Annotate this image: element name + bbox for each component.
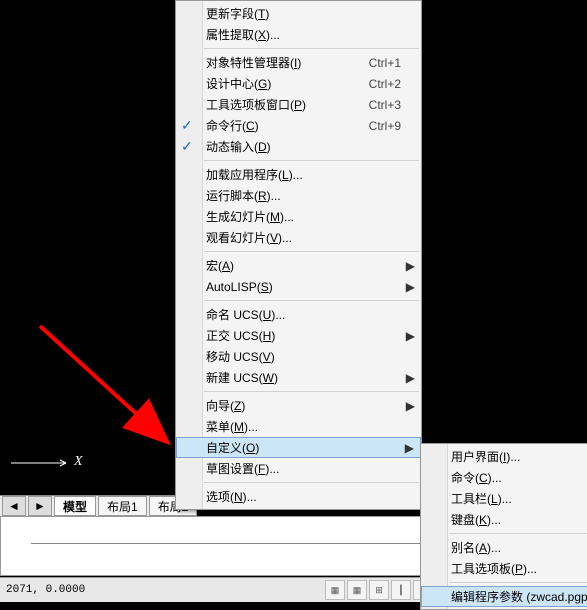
menu-item[interactable]: 属性提取(X)... xyxy=(176,24,421,45)
menu-item[interactable]: 工具选项板(P)... xyxy=(421,558,587,579)
menu-separator xyxy=(204,251,419,252)
shortcut-label: Ctrl+3 xyxy=(369,98,401,112)
shortcut-label: Ctrl+9 xyxy=(369,119,401,133)
menu-item-label: 向导(Z) xyxy=(206,397,245,414)
menu-item[interactable]: 菜单(M)... xyxy=(176,416,421,437)
menu-item-label: 动态输入(D) xyxy=(206,138,271,155)
check-icon: ✓ xyxy=(181,117,193,134)
menu-item[interactable]: 宏(A) ▶ xyxy=(176,255,421,276)
menu-item[interactable]: 键盘(K)... xyxy=(421,509,587,530)
menu-item[interactable]: 观看幻灯片(V)... xyxy=(176,227,421,248)
tab-layout1[interactable]: 布局1 xyxy=(98,496,147,516)
menu-item[interactable]: 命令(C)... xyxy=(421,467,587,488)
menu-item[interactable]: 选项(N)... xyxy=(176,486,421,507)
menu-item-label: AutoLISP(S) xyxy=(206,280,273,294)
menu-item[interactable]: 对象特性管理器(I) Ctrl+1 xyxy=(176,52,421,73)
menu-separator xyxy=(449,582,587,583)
customize-submenu: 用户界面(I)... 命令(C)... 工具栏(L)... 键盘(K)... 别名(A)… xyxy=(420,443,587,610)
menu-item-label: 属性提取(X)... xyxy=(206,26,280,43)
menu-item-label: 自定义(O) xyxy=(206,439,259,456)
menu-separator xyxy=(449,533,587,534)
menu-item[interactable]: 命名 UCS(U)... xyxy=(176,304,421,325)
menu-item-label: 对象特性管理器(I) xyxy=(206,54,301,71)
menu-item-label: 工具选项板窗口(P) xyxy=(206,96,306,113)
menu-item-label: 运行脚本(R)... xyxy=(206,187,281,204)
menu-item-label: 别名(A)... xyxy=(451,539,501,556)
menu-item-label: 键盘(K)... xyxy=(451,511,501,528)
menu-item[interactable]: 工具选项板窗口(P) Ctrl+3 xyxy=(176,94,421,115)
menu-item-label: 选项(N)... xyxy=(206,488,257,505)
menu-item[interactable]: 草图设置(F)... xyxy=(176,458,421,479)
menu-item-label: 命令行(C) xyxy=(206,117,259,134)
shortcut-label: Ctrl+1 xyxy=(369,56,401,70)
submenu-arrow-icon: ▶ xyxy=(406,329,415,343)
menu-item[interactable]: 正交 UCS(H) ▶ xyxy=(176,325,421,346)
menu-item[interactable]: 更新字段(T) xyxy=(176,3,421,24)
menu-item[interactable]: 自定义(O) ▶ xyxy=(176,437,421,458)
menu-separator xyxy=(204,482,419,483)
status-icon[interactable]: ┃ xyxy=(391,580,411,600)
menu-item-label: 观看幻灯片(V)... xyxy=(206,229,292,246)
menu-item-label: 加载应用程序(L)... xyxy=(206,166,303,183)
menu-item[interactable]: 工具栏(L)... xyxy=(421,488,587,509)
menu-item[interactable]: ✓ 命令行(C) Ctrl+9 xyxy=(176,115,421,136)
menu-separator xyxy=(204,300,419,301)
menu-item[interactable]: 运行脚本(R)... xyxy=(176,185,421,206)
submenu-arrow-icon: ▶ xyxy=(406,259,415,273)
menu-separator xyxy=(204,160,419,161)
menu-item-label: 宏(A) xyxy=(206,257,234,274)
menu-item[interactable]: AutoLISP(S) ▶ xyxy=(176,276,421,297)
submenu-arrow-icon: ▶ xyxy=(406,371,415,385)
submenu-arrow-icon: ▶ xyxy=(405,441,414,455)
menu-separator xyxy=(204,48,419,49)
menu-item[interactable]: 移动 UCS(V) xyxy=(176,346,421,367)
menu-item-label: 工具选项板(P)... xyxy=(451,560,537,577)
menu-item[interactable]: 别名(A)... xyxy=(421,537,587,558)
menu-item-label: 编辑程序参数 (zwcad.pgp)(P) xyxy=(451,588,587,605)
menu-item[interactable]: 编辑程序参数 (zwcad.pgp)(P) xyxy=(421,586,587,607)
check-icon: ✓ xyxy=(181,138,193,155)
status-icon[interactable]: ⊞ xyxy=(369,580,389,600)
layout-tabs: ◄ ► 模型 布局1 布局2 xyxy=(0,495,197,516)
coordinate-readout: 2071, 0.0000 xyxy=(0,584,112,596)
menu-item-label: 移动 UCS(V) xyxy=(206,348,275,365)
menu-separator xyxy=(204,391,419,392)
menu-item-label: 更新字段(T) xyxy=(206,5,269,22)
menu-item-label: 命名 UCS(U)... xyxy=(206,306,285,323)
tab-model[interactable]: 模型 xyxy=(54,496,96,516)
menu-item-label: 工具栏(L)... xyxy=(451,490,512,507)
status-icon[interactable]: ▦ xyxy=(325,580,345,600)
menu-item-label: 菜单(M)... xyxy=(206,418,258,435)
tools-context-menu: 更新字段(T) 属性提取(X)... 对象特性管理器(I) Ctrl+1 设计中心(G)… xyxy=(175,0,422,510)
tab-next[interactable]: ► xyxy=(28,496,52,516)
menu-item-label: 正交 UCS(H) xyxy=(206,327,275,344)
menu-item-label: 草图设置(F)... xyxy=(206,460,279,477)
menu-item-label: 设计中心(G) xyxy=(206,75,271,92)
submenu-arrow-icon: ▶ xyxy=(406,280,415,294)
shortcut-label: Ctrl+2 xyxy=(369,77,401,91)
menu-item-label: 用户界面(I)... xyxy=(451,448,520,465)
submenu-arrow-icon: ▶ xyxy=(406,399,415,413)
status-icon[interactable]: ▦ xyxy=(347,580,367,600)
menu-item[interactable]: 向导(Z) ▶ xyxy=(176,395,421,416)
menu-item[interactable]: 设计中心(G) Ctrl+2 xyxy=(176,73,421,94)
menu-item[interactable]: 用户界面(I)... xyxy=(421,446,587,467)
menu-item-label: 命令(C)... xyxy=(451,469,502,486)
menu-item-label: 新建 UCS(W) xyxy=(206,369,278,386)
tab-prev[interactable]: ◄ xyxy=(2,496,26,516)
menu-item[interactable]: 新建 UCS(W) ▶ xyxy=(176,367,421,388)
menu-item[interactable]: ✓ 动态输入(D) xyxy=(176,136,421,157)
menu-item-label: 生成幻灯片(M)... xyxy=(206,208,294,225)
menu-item[interactable]: 加载应用程序(L)... xyxy=(176,164,421,185)
menu-item[interactable]: 生成幻灯片(M)... xyxy=(176,206,421,227)
